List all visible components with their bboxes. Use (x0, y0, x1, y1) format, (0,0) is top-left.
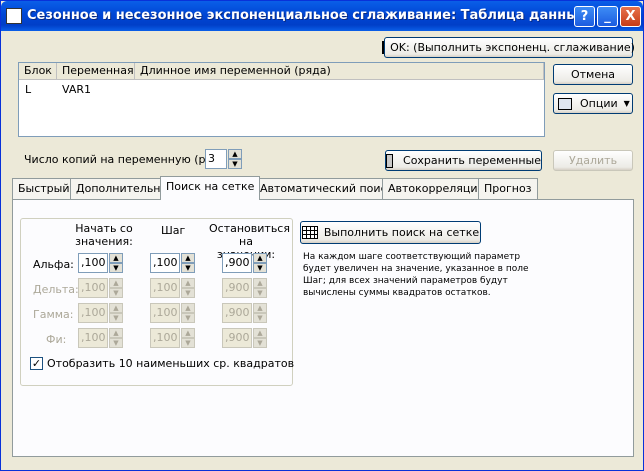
gamma-start-spinner[interactable]: ▲ ▼ (109, 303, 123, 323)
col-step-label: Шаг (161, 224, 186, 237)
tab-autocorrelations[interactable]: Автокорреляции (382, 178, 491, 199)
title-bar[interactable]: Сезонное и несезонное экспоненциальное с… (1, 1, 643, 31)
copies-spinner[interactable]: ▲ ▼ (228, 149, 242, 169)
delta-start-input[interactable]: ,100 (78, 278, 108, 298)
options-button[interactable]: Опции ▼ (553, 93, 633, 114)
copies-label: Число копий на переменную (ряд): (24, 153, 228, 166)
gamma-start-input[interactable]: ,100 (78, 303, 108, 323)
phi-start-spinner[interactable]: ▲ ▼ (109, 328, 123, 348)
show-smallest-checkbox[interactable]: ✓ (30, 357, 43, 370)
copies-input[interactable]: 3 (205, 149, 227, 169)
alpha-label: Альфа: (33, 258, 74, 271)
variable-list[interactable]: Блок Переменная Длинное имя переменной (… (18, 62, 545, 137)
show-smallest-label[interactable]: Отобразить 10 наименьших ср. квадратов (47, 357, 294, 370)
gamma-step-input[interactable]: ,100 (150, 303, 180, 323)
ok-run-button[interactable]: OK: (Выполнить экспоненц. сглаживание) (382, 37, 635, 58)
alpha-step-input[interactable]: ,100 (150, 253, 180, 273)
phi-start-input[interactable]: ,100 (78, 328, 108, 348)
alpha-step-spinner[interactable]: ▲ ▼ (181, 253, 195, 273)
tab-forecast[interactable]: Прогноз (478, 178, 538, 199)
tab-advanced[interactable]: Дополнительно (70, 178, 174, 199)
alpha-start-input[interactable]: ,100 (78, 253, 108, 273)
tab-quick[interactable]: Быстрый (12, 178, 76, 199)
grid-icon (301, 226, 318, 239)
save-variables-button[interactable]: Сохранить переменные (385, 150, 542, 171)
col-header-long-name[interactable]: Длинное имя переменной (ряда) (135, 63, 544, 80)
alpha-stop-spinner[interactable]: ▲ ▼ (253, 253, 267, 273)
tab-grid-search[interactable]: Поиск на сетке (160, 176, 261, 200)
gamma-stop-spinner[interactable]: ▲ ▼ (253, 303, 267, 323)
col-header-variable[interactable]: Переменная (57, 63, 135, 80)
row-variable[interactable]: VAR1 (62, 83, 91, 96)
delete-button[interactable]: Удалить (553, 150, 633, 171)
tab-auto-search[interactable]: Автоматический поиск (254, 178, 400, 199)
app-icon (6, 8, 22, 24)
alpha-start-spinner[interactable]: ▲ ▼ (109, 253, 123, 273)
grid-icon (382, 41, 385, 54)
delta-label: Дельта: (33, 283, 79, 296)
window-title: Сезонное и несезонное экспоненциальное с… (27, 8, 596, 23)
save-variables-label: Сохранить переменные (403, 154, 541, 167)
gamma-step-spinner[interactable]: ▲ ▼ (181, 303, 195, 323)
run-grid-search-button[interactable]: Выполнить поиск на сетке (300, 221, 481, 244)
help-button[interactable]: ? (574, 6, 595, 27)
cancel-button[interactable]: Отмена (553, 64, 633, 85)
close-button[interactable]: X (620, 6, 641, 27)
gamma-stop-input[interactable]: ,900 (222, 303, 252, 323)
options-icon (558, 97, 572, 110)
phi-label: Фи: (46, 333, 67, 346)
chevron-down-icon: ▼ (623, 99, 630, 108)
alpha-stop-input[interactable]: ,900 (222, 253, 252, 273)
minimize-button[interactable]: _ (597, 6, 618, 27)
dialog-window: Сезонное и несезонное экспоненциальное с… (0, 0, 644, 471)
row-block[interactable]: L (25, 83, 31, 96)
delta-start-spinner[interactable]: ▲ ▼ (109, 278, 123, 298)
phi-step-input[interactable]: ,100 (150, 328, 180, 348)
delta-step-input[interactable]: ,100 (150, 278, 180, 298)
ok-label: OK: (Выполнить экспоненц. сглаживание) (390, 41, 635, 54)
phi-step-spinner[interactable]: ▲ ▼ (181, 328, 195, 348)
gamma-label: Гамма: (33, 308, 74, 321)
col-header-block[interactable]: Блок (19, 63, 57, 80)
info-text: На каждом шаге соответствующий параметр … (303, 252, 529, 298)
delta-stop-input[interactable]: ,900 (222, 278, 252, 298)
col-start-label: Начать со значения: (75, 222, 133, 248)
delta-stop-spinner[interactable]: ▲ ▼ (253, 278, 267, 298)
save-icon (386, 153, 394, 168)
phi-stop-spinner[interactable]: ▲ ▼ (253, 328, 267, 348)
delta-step-spinner[interactable]: ▲ ▼ (181, 278, 195, 298)
run-grid-search-label: Выполнить поиск на сетке (323, 226, 480, 239)
options-label: Опции (580, 97, 618, 110)
phi-stop-input[interactable]: ,900 (222, 328, 252, 348)
